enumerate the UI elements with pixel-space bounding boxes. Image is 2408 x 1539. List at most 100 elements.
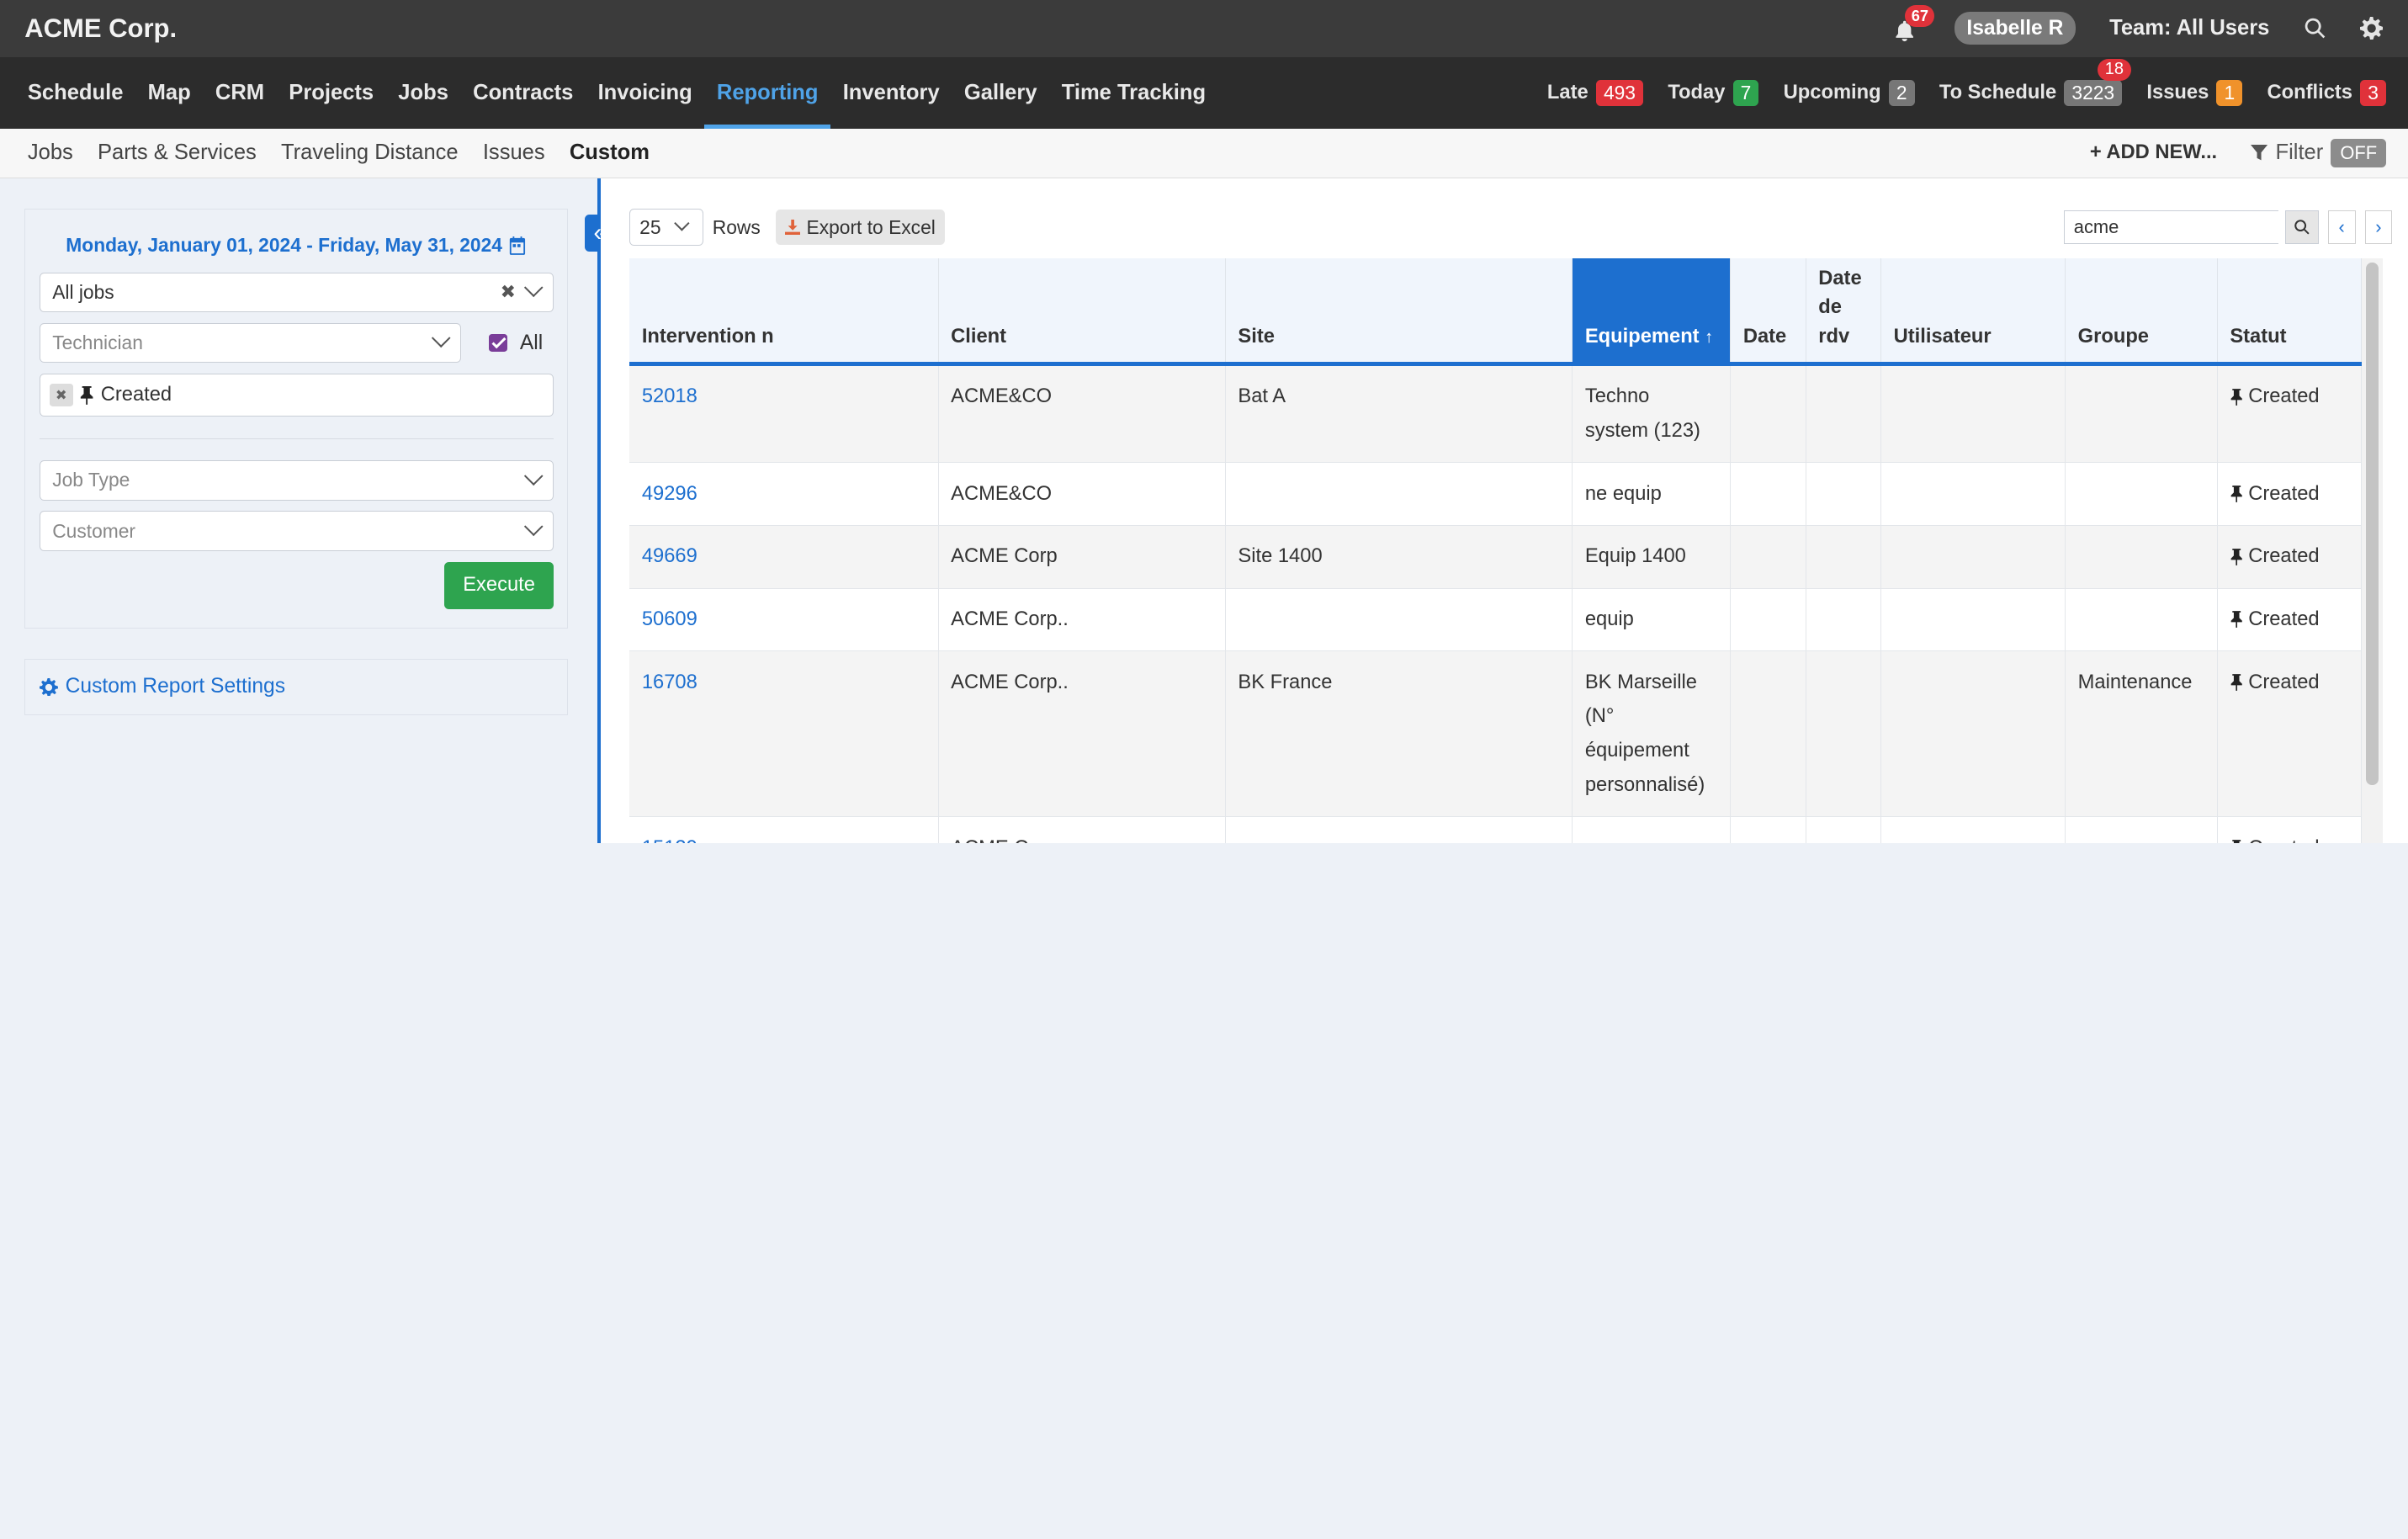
notifications-bell-icon[interactable]: 67 bbox=[1893, 5, 1935, 42]
statut-cell: Created bbox=[2217, 462, 2362, 527]
clear-x-icon[interactable]: ✖ bbox=[501, 281, 516, 303]
date-cell bbox=[1730, 588, 1806, 652]
all-technicians-checkbox[interactable]: All bbox=[489, 332, 543, 355]
column-header-site[interactable]: Site bbox=[1225, 257, 1573, 366]
settings-gear-icon[interactable] bbox=[2360, 17, 2384, 40]
column-header-utilisateur[interactable]: Utilisateur bbox=[1880, 257, 2066, 366]
jobs-select[interactable]: All jobs ✖ bbox=[39, 272, 554, 313]
chevron-left-icon[interactable]: ‹ bbox=[2327, 210, 2356, 245]
rows-per-page-select[interactable]: 25 bbox=[629, 209, 703, 246]
chevron-right-icon[interactable]: › bbox=[2364, 210, 2393, 245]
status-conflicts[interactable]: Conflicts 3 bbox=[2267, 80, 2387, 106]
site-cell bbox=[1225, 462, 1573, 527]
calendar-icon bbox=[510, 236, 526, 255]
nav-projects[interactable]: Projects bbox=[277, 57, 386, 130]
chevron-down-icon bbox=[432, 328, 452, 348]
subnav-issues[interactable]: Issues bbox=[470, 141, 557, 165]
client-cell: ACME Corp bbox=[938, 816, 1226, 843]
chevron-down-icon bbox=[523, 278, 544, 298]
subnav-traveling-distance[interactable]: Traveling Distance bbox=[268, 141, 470, 165]
nav-crm[interactable]: CRM bbox=[203, 57, 276, 130]
table-search-input[interactable] bbox=[2063, 210, 2279, 245]
nav-time-tracking[interactable]: Time Tracking bbox=[1049, 57, 1218, 130]
equipement-cell bbox=[1572, 816, 1732, 843]
statut-cell: Created bbox=[2217, 525, 2362, 589]
custom-report-settings-link[interactable]: Custom Report Settings bbox=[24, 659, 569, 715]
nav-map[interactable]: Map bbox=[135, 57, 203, 130]
date-cell bbox=[1730, 816, 1806, 843]
customer-select[interactable]: Customer bbox=[39, 511, 554, 551]
column-header-date-de-rdv[interactable]: Date de rdv bbox=[1806, 257, 1882, 366]
date-range-picker[interactable]: Monday, January 01, 2024 - Friday, May 3… bbox=[40, 234, 554, 257]
status-conflicts-count: 3 bbox=[2360, 80, 2387, 106]
utilisateur-cell bbox=[1880, 816, 2066, 843]
statut-label: Created bbox=[2248, 482, 2320, 505]
status-today[interactable]: Today 7 bbox=[1668, 80, 1759, 106]
status-to-schedule[interactable]: To Schedule 3223 18 bbox=[1939, 58, 2132, 106]
status-issues[interactable]: Issues 1 bbox=[2146, 80, 2243, 106]
client-cell: ACME Corp.. bbox=[938, 650, 1226, 818]
site-cell bbox=[1225, 588, 1573, 652]
filter-toggle[interactable]: Filter OFF bbox=[2251, 139, 2387, 167]
column-header-date[interactable]: Date bbox=[1730, 257, 1806, 366]
nav-gallery[interactable]: Gallery bbox=[952, 57, 1049, 130]
intervention-link[interactable]: 15129 bbox=[629, 816, 939, 843]
intervention-link[interactable]: 49296 bbox=[629, 462, 939, 527]
groupe-cell bbox=[2065, 816, 2218, 843]
intervention-link[interactable]: 50609 bbox=[629, 588, 939, 652]
nav-inventory[interactable]: Inventory bbox=[830, 57, 952, 130]
column-header-equipement[interactable]: Equipement ↑ bbox=[1572, 257, 1732, 366]
add-new-label: ADD NEW... bbox=[2106, 141, 2218, 164]
equipement-cell: Techno system (123) bbox=[1572, 364, 1732, 464]
download-icon bbox=[784, 219, 801, 236]
technician-select[interactable]: Technician bbox=[39, 322, 462, 364]
status-today-label: Today bbox=[1668, 81, 1726, 103]
date-cell bbox=[1730, 462, 1806, 527]
column-header-groupe[interactable]: Groupe bbox=[2065, 257, 2218, 366]
checkbox-checked-icon[interactable] bbox=[489, 333, 508, 353]
utilisateur-cell bbox=[1880, 588, 2066, 652]
filter-state-badge: OFF bbox=[2331, 139, 2387, 167]
intervention-link[interactable]: 16708 bbox=[629, 650, 939, 818]
subnav-jobs[interactable]: Jobs bbox=[15, 141, 85, 165]
status-late-label: Late bbox=[1546, 81, 1589, 103]
search-icon[interactable] bbox=[2284, 210, 2319, 245]
client-cell: ACME Corp.. bbox=[938, 588, 1226, 652]
groupe-cell: Maintenance bbox=[2065, 650, 2218, 818]
filter-funnel-icon bbox=[2251, 144, 2268, 161]
status-to-schedule-count: 3223 bbox=[2064, 80, 2123, 106]
status-upcoming[interactable]: Upcoming 2 bbox=[1784, 80, 1915, 106]
export-to-excel-button[interactable]: Export to Excel bbox=[776, 210, 945, 245]
table-row: 15129 ACME Corp Created bbox=[629, 816, 2362, 843]
brand-logo[interactable]: ACME Corp. bbox=[24, 13, 177, 44]
user-menu[interactable]: Isabelle R bbox=[1954, 12, 2076, 45]
column-header-client[interactable]: Client bbox=[938, 257, 1226, 366]
remove-tag-icon[interactable]: ✖ bbox=[49, 383, 73, 407]
column-header-intervention[interactable]: Intervention n bbox=[629, 257, 939, 366]
subnav-custom[interactable]: Custom bbox=[557, 141, 661, 165]
nav-jobs[interactable]: Jobs bbox=[386, 57, 461, 130]
nav-invoicing[interactable]: Invoicing bbox=[586, 57, 704, 130]
intervention-link[interactable]: 49669 bbox=[629, 525, 939, 589]
status-tag-field[interactable]: ✖ Created bbox=[39, 374, 554, 417]
nav-schedule[interactable]: Schedule bbox=[15, 57, 135, 130]
pin-icon bbox=[2230, 611, 2243, 629]
status-conflicts-label: Conflicts bbox=[2267, 81, 2352, 103]
client-cell: ACME&CO bbox=[938, 462, 1226, 527]
status-late[interactable]: Late 493 bbox=[1546, 80, 1644, 106]
job-type-select[interactable]: Job Type bbox=[39, 460, 554, 501]
statut-label: Created bbox=[2248, 385, 2320, 408]
statut-cell: Created bbox=[2217, 588, 2362, 652]
execute-button[interactable]: Execute bbox=[444, 561, 554, 609]
search-icon[interactable] bbox=[2304, 17, 2326, 40]
add-new-button[interactable]: + ADD NEW... bbox=[2090, 141, 2217, 164]
table-scrollbar-thumb[interactable] bbox=[2366, 263, 2379, 785]
date-rdv-cell bbox=[1806, 525, 1882, 589]
nav-reporting[interactable]: Reporting bbox=[704, 57, 831, 130]
nav-contracts[interactable]: Contracts bbox=[461, 57, 586, 130]
team-selector[interactable]: Team: All Users bbox=[2109, 16, 2269, 40]
statut-cell: Created bbox=[2217, 816, 2362, 843]
intervention-link[interactable]: 52018 bbox=[629, 364, 939, 464]
column-header-statut[interactable]: Statut bbox=[2217, 257, 2362, 366]
subnav-parts-services[interactable]: Parts & Services bbox=[85, 141, 268, 165]
